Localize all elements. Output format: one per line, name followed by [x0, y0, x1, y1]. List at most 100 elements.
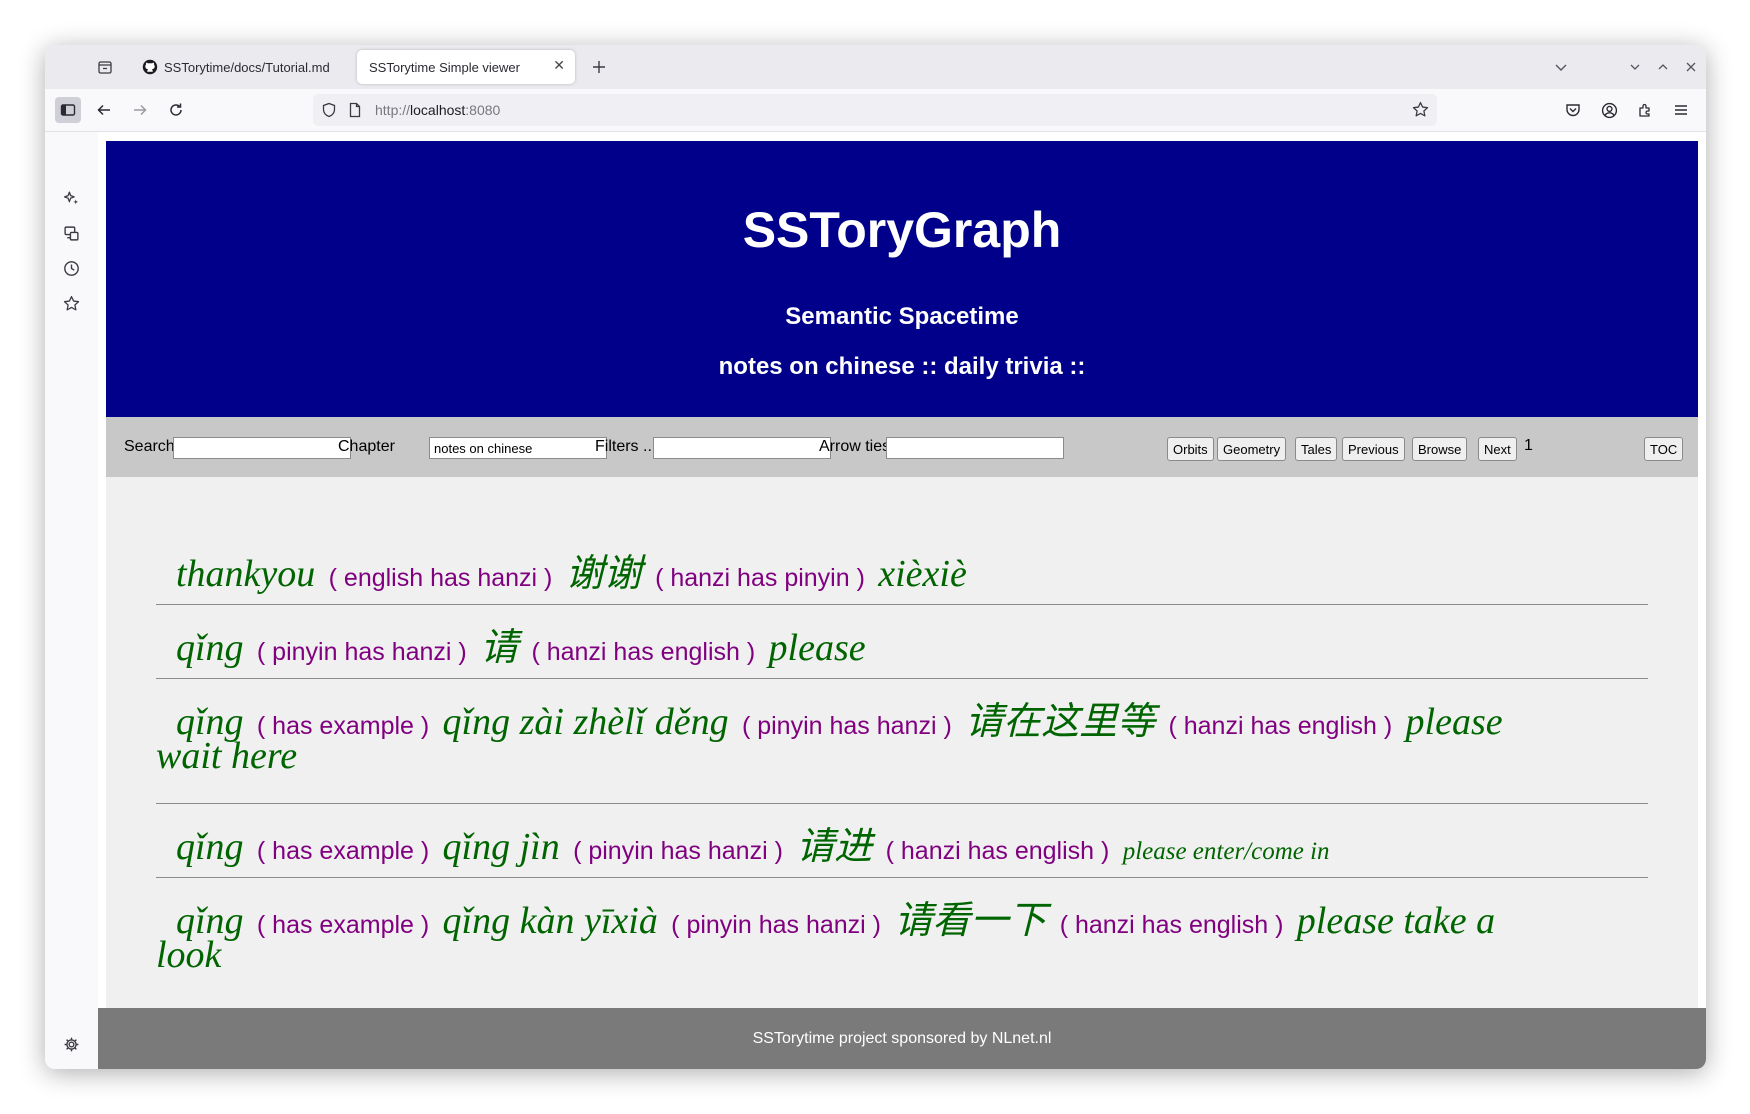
tab-title: SSTorytime/docs/Tutorial.md: [164, 59, 330, 75]
address-bar[interactable]: http://localhost:8080: [313, 94, 1437, 126]
node-link[interactable]: 请看一下: [894, 900, 1046, 942]
new-tab-icon[interactable]: [587, 55, 611, 79]
result-row: qǐng ( has example ) qǐng zài zhèlǐ děng…: [156, 680, 1648, 804]
result-row: qǐng ( has example ) qǐng kàn yīxià ( pi…: [156, 879, 1648, 1008]
node-link[interactable]: please: [1406, 701, 1503, 743]
shield-icon[interactable]: [321, 102, 337, 123]
result-row: qǐng ( has example ) qǐng jìn ( pinyin h…: [156, 805, 1648, 878]
close-tab-icon[interactable]: ✕: [553, 57, 565, 74]
navigation-toolbar: http://localhost:8080: [45, 89, 1706, 132]
node-link[interactable]: qǐng: [176, 826, 244, 868]
result-line: qǐng ( has example ) qǐng jìn ( pinyin h…: [176, 815, 1330, 870]
search-input[interactable]: [173, 437, 351, 459]
url-host: localhost: [410, 102, 466, 118]
tab-title: SSTorytime Simple viewer: [369, 59, 520, 75]
page-title: SSToryGraph: [742, 202, 1062, 258]
node-link[interactable]: please enter/come in: [1123, 838, 1330, 865]
node-link-continued[interactable]: look: [156, 934, 221, 976]
page-number: 1: [1524, 437, 1533, 454]
tab-overview-icon[interactable]: [93, 55, 117, 79]
browser-sidebar: [45, 132, 98, 1069]
breadcrumb: notes on chinese :: daily trivia ::: [718, 353, 1086, 380]
result-line: thankyou ( english has hanzi ) 谢谢 ( hanz…: [176, 542, 967, 597]
node-link[interactable]: please take a: [1297, 900, 1495, 942]
page-icon[interactable]: [347, 102, 363, 123]
arrow-label[interactable]: ( has example ): [257, 911, 429, 939]
ai-chatbot-icon[interactable]: [59, 186, 83, 210]
url-text[interactable]: http://localhost:8080: [375, 102, 500, 118]
node-link[interactable]: please: [769, 627, 866, 669]
url-scheme: http://: [375, 102, 411, 118]
menu-icon[interactable]: [1668, 97, 1694, 123]
account-icon[interactable]: [1596, 97, 1622, 123]
result-line: qǐng ( pinyin has hanzi ) 请 ( hanzi has …: [176, 616, 866, 671]
pocket-icon[interactable]: [1560, 97, 1586, 123]
arrow-label[interactable]: ( english has hanzi ): [329, 564, 553, 592]
synced-tabs-icon[interactable]: [59, 221, 83, 245]
page-header: SSToryGraph Semantic Spacetime notes on …: [106, 141, 1698, 417]
arrow-label[interactable]: ( hanzi has english ): [1060, 911, 1284, 939]
minimize-icon[interactable]: [1625, 57, 1645, 77]
arrow-ties-input[interactable]: [886, 437, 1064, 459]
node-link[interactable]: 谢谢: [566, 553, 642, 595]
github-icon: [142, 59, 158, 75]
history-icon[interactable]: [59, 256, 83, 280]
orbits-button[interactable]: Orbits: [1167, 437, 1214, 461]
maximize-icon[interactable]: [1653, 57, 1673, 77]
results-list: thankyou ( english has hanzi ) 谢谢 ( hanz…: [106, 477, 1698, 1008]
url-port: :8080: [465, 102, 501, 118]
arrow-label[interactable]: ( hanzi has english ): [531, 638, 755, 666]
arrow-label[interactable]: ( hanzi has english ): [1168, 712, 1392, 740]
reload-icon[interactable]: [163, 97, 189, 123]
arrow-ties-label: Arrow ties: [819, 438, 891, 455]
filters-label: Filters ...: [595, 438, 657, 455]
filters-input[interactable]: [653, 437, 831, 459]
list-all-tabs-icon[interactable]: [1551, 57, 1571, 77]
arrow-label[interactable]: ( pinyin has hanzi ): [257, 638, 467, 666]
node-link-continued[interactable]: wait here: [156, 735, 297, 777]
arrow-label[interactable]: ( hanzi has english ): [886, 837, 1110, 865]
tab-simple-viewer[interactable]: SSTorytime Simple viewer ✕: [357, 50, 575, 84]
page-subtitle: Semantic Spacetime: [785, 303, 1019, 330]
next-button[interactable]: Next: [1478, 437, 1517, 461]
arrow-label[interactable]: ( has example ): [257, 837, 429, 865]
tales-button[interactable]: Tales: [1295, 437, 1338, 461]
extensions-icon[interactable]: [1632, 97, 1658, 123]
chapter-input[interactable]: [429, 437, 607, 459]
arrow-label[interactable]: ( pinyin has hanzi ): [573, 837, 783, 865]
arrow-label[interactable]: ( pinyin has hanzi ): [671, 911, 881, 939]
result-line-wrap: wait here: [156, 734, 297, 778]
sidebar-toggle-icon[interactable]: [55, 97, 81, 123]
result-row: thankyou ( english has hanzi ) 谢谢 ( hanz…: [156, 477, 1648, 605]
page-viewport: SSToryGraph Semantic Spacetime notes on …: [98, 132, 1706, 1069]
node-link[interactable]: 请在这里等: [965, 701, 1155, 743]
chapter-label: Chapter: [338, 438, 395, 455]
tab-strip: SSTorytime/docs/Tutorial.md ✕ SSTorytime…: [45, 45, 1706, 89]
node-link[interactable]: qǐng kàn yīxià: [443, 900, 658, 942]
bookmark-star-icon[interactable]: [1412, 101, 1429, 123]
page-footer: SSTorytime project sponsored by NLnet.nl: [98, 1008, 1706, 1069]
browse-button[interactable]: Browse: [1412, 437, 1468, 461]
forward-icon[interactable]: [127, 97, 153, 123]
close-window-icon[interactable]: [1681, 57, 1701, 77]
node-link[interactable]: thankyou: [176, 553, 315, 595]
arrow-label[interactable]: ( hanzi has pinyin ): [655, 564, 865, 592]
result-line: qǐng ( has example ) qǐng kàn yīxià ( pi…: [176, 889, 1495, 944]
node-link[interactable]: qǐng zài zhèlǐ děng: [443, 701, 729, 743]
node-link[interactable]: 请: [480, 627, 518, 669]
node-link[interactable]: qǐng: [176, 627, 244, 669]
node-link[interactable]: qǐng jìn: [443, 826, 560, 868]
customize-sidebar-gear-icon[interactable]: [59, 1032, 83, 1056]
toc-button[interactable]: TOC: [1644, 437, 1684, 461]
browser-window: SSTorytime/docs/Tutorial.md ✕ SSTorytime…: [45, 45, 1706, 1069]
previous-button[interactable]: Previous: [1342, 437, 1405, 461]
geometry-button[interactable]: Geometry: [1217, 437, 1287, 461]
search-label: Search: [124, 438, 175, 455]
bookmarks-icon[interactable]: [59, 291, 83, 315]
node-link[interactable]: xièxiè: [878, 553, 967, 595]
result-row: qǐng ( pinyin has hanzi ) 请 ( hanzi has …: [156, 606, 1648, 679]
result-line: qǐng ( has example ) qǐng zài zhèlǐ děng…: [176, 690, 1503, 745]
arrow-label[interactable]: ( pinyin has hanzi ): [742, 712, 952, 740]
node-link[interactable]: 请进: [796, 826, 872, 868]
back-icon[interactable]: [91, 97, 117, 123]
